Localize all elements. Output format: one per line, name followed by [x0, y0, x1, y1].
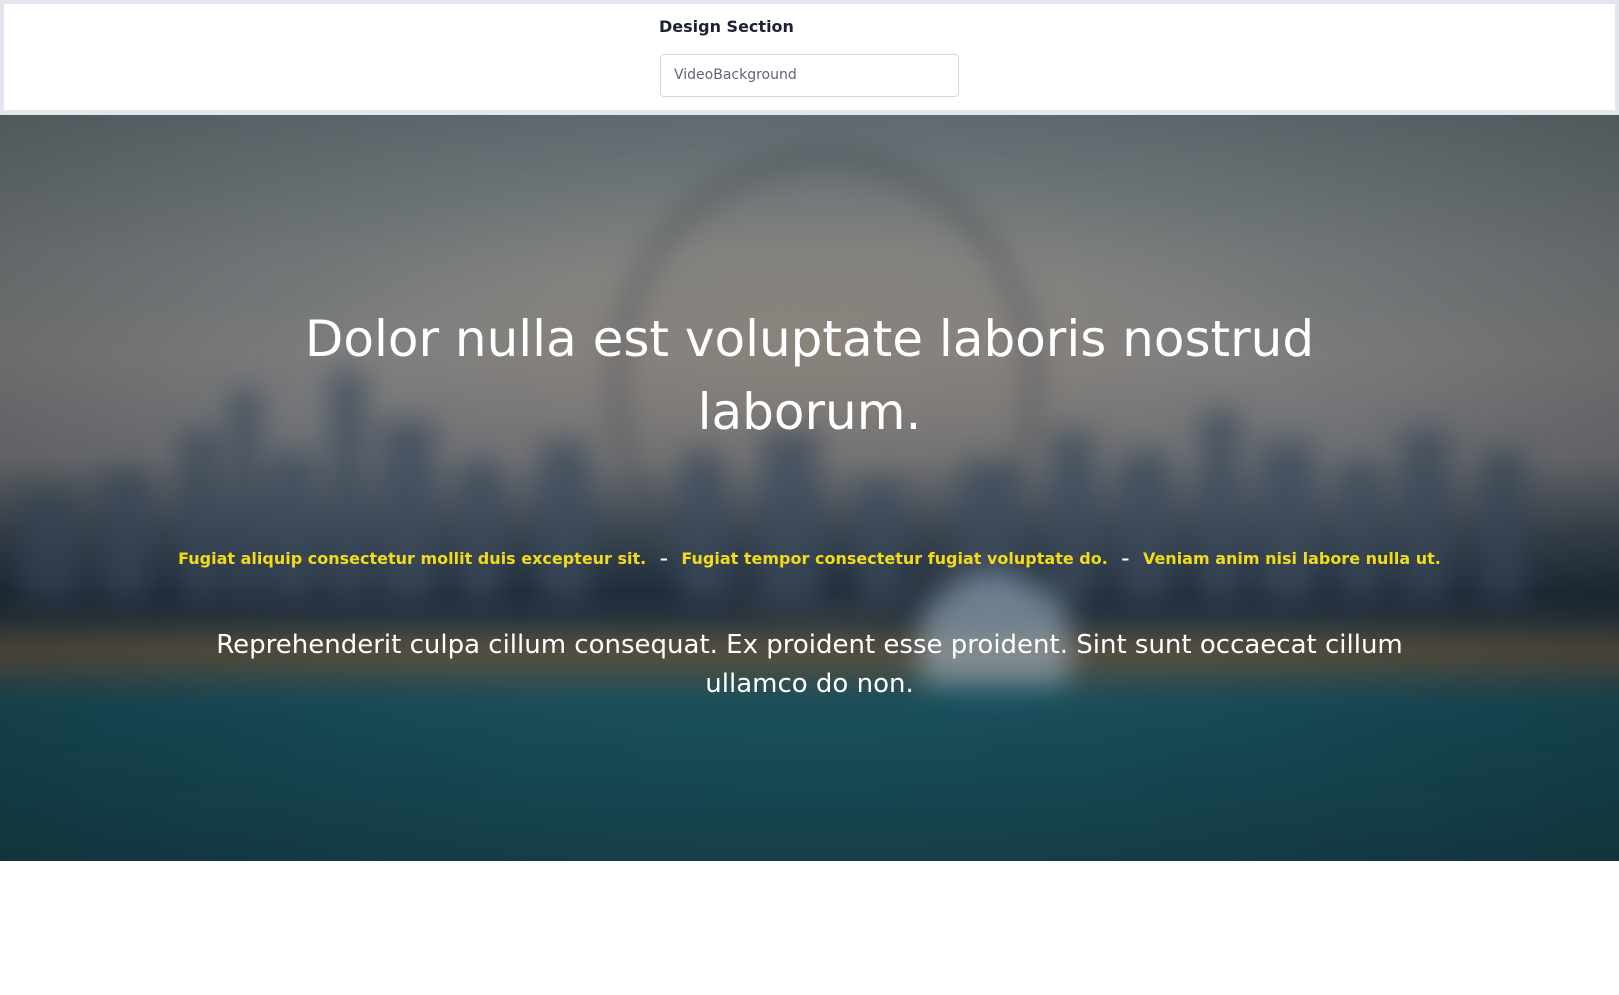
tagline-row: Fugiat aliquip consectetur mollit duis e…	[0, 549, 1619, 568]
design-section-label: Design Section	[659, 17, 794, 36]
hero-title: Dolor nulla est voluptate laboris nostru…	[304, 310, 1315, 441]
tagline-separator: –	[1121, 549, 1130, 568]
tagline-separator: –	[659, 549, 668, 568]
tagline-item: Veniam anim nisi labore nulla ut.	[1142, 549, 1441, 568]
tagline-item: Fugiat tempor consectetur fugiat volupta…	[681, 549, 1108, 568]
hero-body-text: Reprehenderit culpa cillum consequat. Ex…	[216, 630, 1403, 699]
video-background-hero: Dolor nulla est voluptate laboris nostru…	[0, 115, 1619, 861]
tagline-item: Fugiat aliquip consectetur mollit duis e…	[178, 549, 647, 568]
design-section-select[interactable]: VideoBackground	[660, 54, 959, 97]
